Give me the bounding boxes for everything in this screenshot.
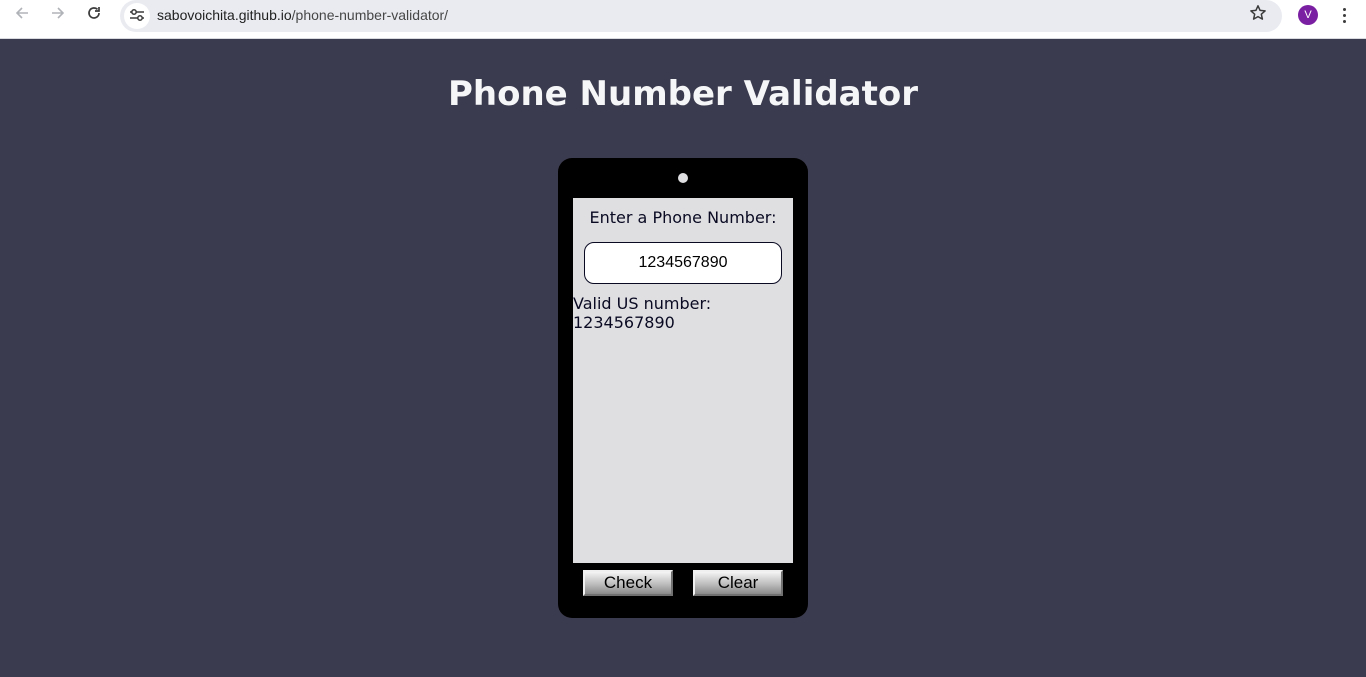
url-host: sabovoichita.github.io <box>157 7 292 23</box>
results-text: Valid US number: 1234567890 <box>573 294 712 332</box>
phone-input-label: Enter a Phone Number: <box>589 208 777 227</box>
tune-icon <box>129 7 145 26</box>
phone-frame: Enter a Phone Number: Valid US number: 1… <box>558 158 808 618</box>
clear-button[interactable]: Clear <box>693 570 783 596</box>
page-title: Phone Number Validator <box>447 74 919 114</box>
site-info-button[interactable] <box>124 3 150 29</box>
url-text[interactable]: sabovoichita.github.io/phone-number-vali… <box>157 7 448 23</box>
arrow-right-icon <box>50 5 66 25</box>
star-icon <box>1249 4 1267 27</box>
bookmark-button[interactable] <box>1247 4 1269 26</box>
reload-icon <box>86 5 102 25</box>
kebab-menu-icon[interactable] <box>1334 4 1354 26</box>
phone-screen: Enter a Phone Number: Valid US number: 1… <box>573 198 793 563</box>
browser-toolbar: sabovoichita.github.io/phone-number-vali… <box>0 0 1366 39</box>
forward-button[interactable] <box>44 4 72 26</box>
profile-avatar[interactable]: V <box>1298 5 1318 25</box>
back-button[interactable] <box>8 4 36 26</box>
arrow-left-icon <box>14 5 30 25</box>
camera-dot <box>678 173 688 183</box>
url-path: /phone-number-validator/ <box>291 7 449 23</box>
check-button[interactable]: Check <box>583 570 673 596</box>
phone-number-input[interactable] <box>584 242 782 284</box>
address-bar[interactable]: sabovoichita.github.io/phone-number-vali… <box>120 0 1282 32</box>
reload-button[interactable] <box>80 4 108 26</box>
